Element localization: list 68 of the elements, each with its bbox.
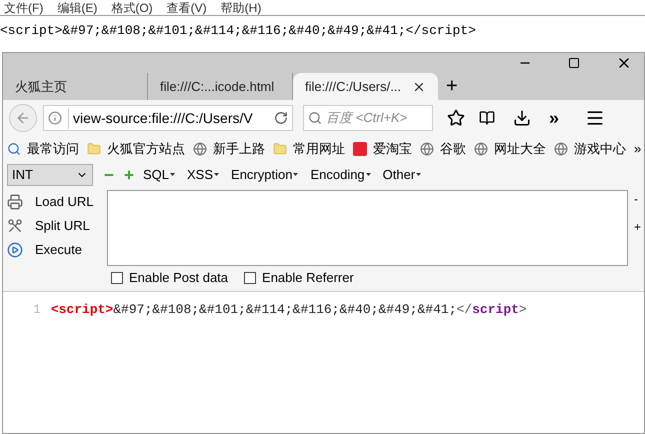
bookmark-link[interactable]: 火狐官方站点 <box>107 138 185 158</box>
url-textarea[interactable] <box>107 190 628 266</box>
folder-icon <box>273 142 287 156</box>
bookmark-link[interactable]: 最常访问 <box>27 138 79 158</box>
reader-icon[interactable] <box>479 110 495 126</box>
search-field[interactable]: 百度 <Ctrl+K> <box>303 105 433 131</box>
overflow-button[interactable]: » <box>634 138 642 158</box>
bookmark-link[interactable]: 新手上路 <box>213 138 265 158</box>
menu-item[interactable]: 编辑(E) <box>57 0 98 16</box>
menu-item[interactable]: 文件(F) <box>4 0 44 16</box>
dropdown-menu[interactable]: Encoding <box>310 164 371 184</box>
checkbox[interactable] <box>111 272 123 284</box>
caret-icon <box>170 173 176 176</box>
reload-icon[interactable] <box>274 111 288 125</box>
globe-icon <box>420 142 434 156</box>
globe-icon <box>193 142 207 156</box>
bookmark-link[interactable]: 游戏中心 <box>574 138 626 158</box>
dropdown-menu[interactable]: XSS <box>187 164 220 184</box>
shop-icon <box>353 142 367 156</box>
caret-icon <box>366 173 371 176</box>
browser-tab[interactable]: 火狐主页 <box>3 73 148 100</box>
hackbar-action[interactable]: Load URL <box>35 192 94 212</box>
globe-icon <box>554 142 568 156</box>
info-icon <box>48 111 62 125</box>
globe-icon <box>474 142 488 156</box>
star-icon[interactable] <box>447 109 465 127</box>
printer-icon <box>7 194 23 210</box>
notepad-text: <script>&#97;&#108;&#101;&#114;&#116;&#40;&#49;&#41;</script> <box>0 23 476 38</box>
browser-tab[interactable]: file:///C:/Users/... <box>293 73 438 100</box>
bookmark-link[interactable]: 爱淘宝 <box>373 138 412 158</box>
overflow-button[interactable]: » <box>549 104 560 132</box>
caret-icon <box>416 173 422 176</box>
dropdown-menu[interactable]: Other <box>382 164 422 184</box>
caret-icon <box>214 173 220 176</box>
menu-item[interactable]: 帮助(H) <box>220 0 262 16</box>
address-value: view-source:file:///C:/Users/V <box>68 108 268 128</box>
play-icon <box>7 242 23 258</box>
menu-item[interactable]: 格式(O) <box>111 0 153 16</box>
maximize-icon[interactable] <box>568 57 580 69</box>
tab-label: file:///C:/Users/... <box>305 78 402 96</box>
dropdown-menu[interactable]: Encryption <box>231 164 298 184</box>
checkbox-label: Enable Referrer <box>262 269 354 288</box>
back-button[interactable] <box>9 104 37 132</box>
dropdown-menu[interactable]: SQL <box>143 164 176 184</box>
new-tab-button[interactable]: + <box>446 74 458 98</box>
bookmark-link[interactable]: 网址大全 <box>494 138 546 158</box>
folder-icon <box>87 142 101 156</box>
download-icon[interactable] <box>513 109 531 127</box>
bookmark-link[interactable]: 谷歌 <box>440 138 466 158</box>
search-icon <box>308 111 322 125</box>
tab-label: 火狐主页 <box>15 78 67 96</box>
menu-item[interactable]: 查看(V) <box>166 0 207 16</box>
search-icon <box>7 142 21 156</box>
checkbox-label: Enable Post data <box>129 269 228 288</box>
plus-icon[interactable] <box>123 168 135 180</box>
caret-icon <box>293 173 298 176</box>
line-number: 1 <box>33 301 41 319</box>
scissors-icon <box>7 218 23 234</box>
tab-label: file:///C:...icode.html <box>160 78 274 96</box>
bookmark-link[interactable]: 常用网址 <box>293 138 345 158</box>
source-line: <script>&#97;&#108;&#101;&#114;&#116;&#40;&#49;&#41;</script> <box>50 301 527 319</box>
address-field[interactable]: view-source:file:///C:/Users/V <box>43 105 293 131</box>
side-button[interactable]: + <box>634 218 644 236</box>
hackbar-action[interactable]: Execute <box>35 240 82 260</box>
checkbox[interactable] <box>244 272 256 284</box>
type-select[interactable]: INT <box>7 164 93 186</box>
hackbar-action[interactable]: Split URL <box>35 216 90 236</box>
side-button[interactable]: - <box>634 190 644 208</box>
